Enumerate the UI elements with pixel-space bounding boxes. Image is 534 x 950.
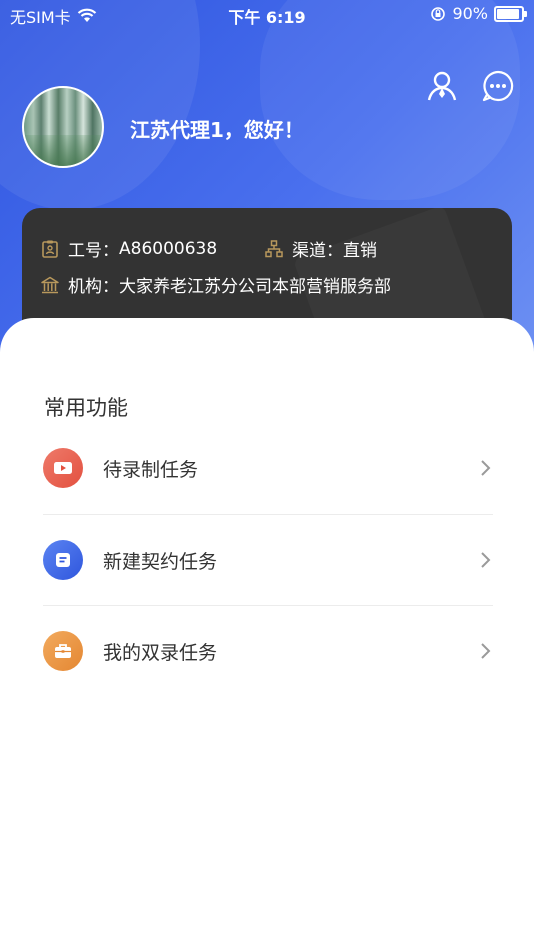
chevron-right-icon [481, 460, 491, 476]
employee-id-row: 工号： A86000638 [40, 236, 217, 261]
briefcase-icon [55, 644, 71, 658]
user-icon[interactable] [426, 70, 458, 102]
status-right: 90% [430, 4, 527, 23]
employee-id-value: A86000638 [119, 238, 218, 259]
menu-item-my-dual-recording[interactable]: 我的双录任务 [43, 605, 493, 697]
menu-item-label: 新建契约任务 [103, 550, 218, 573]
header-actions [426, 70, 514, 102]
document-icon [56, 553, 70, 567]
org-row: 机构： 大家养老江苏分公司本部营销服务部 [40, 272, 391, 297]
icon-circle [43, 631, 83, 671]
org-value: 大家养老江苏分公司本部营销服务部 [119, 277, 391, 297]
battery-icon [494, 5, 527, 22]
menu-item-pending-recording[interactable]: 待录制任务 [43, 422, 493, 514]
channel-label: 渠道： [292, 241, 343, 261]
employee-id-label: 工号： [68, 241, 119, 261]
rotation-lock-icon [431, 6, 446, 21]
org-label: 机构： [68, 277, 119, 297]
menu-item-new-contract[interactable]: 新建契约任务 [43, 514, 493, 606]
greeting-text: 江苏代理1，您好！ [130, 118, 304, 142]
icon-circle [43, 448, 83, 488]
id-badge-icon [42, 240, 58, 258]
menu-item-label: 待录制任务 [103, 458, 199, 481]
chevron-right-icon [481, 552, 491, 568]
channel-row: 渠道： 直销 [264, 236, 377, 261]
battery-fill [497, 8, 519, 19]
menu-item-label: 我的双录任务 [103, 641, 218, 664]
channel-value: 直销 [343, 241, 377, 261]
institution-icon [41, 276, 59, 293]
avatar[interactable] [22, 86, 104, 168]
status-bar: 无SIM卡 下午 6:19 90% [0, 0, 534, 30]
icon-circle [43, 540, 83, 580]
battery-percent: 90% [452, 4, 488, 23]
message-icon[interactable] [482, 70, 514, 102]
chevron-right-icon [481, 643, 491, 659]
video-icon [54, 462, 72, 474]
org-chart-icon [265, 239, 283, 257]
section-title: 常用功能 [44, 396, 128, 420]
